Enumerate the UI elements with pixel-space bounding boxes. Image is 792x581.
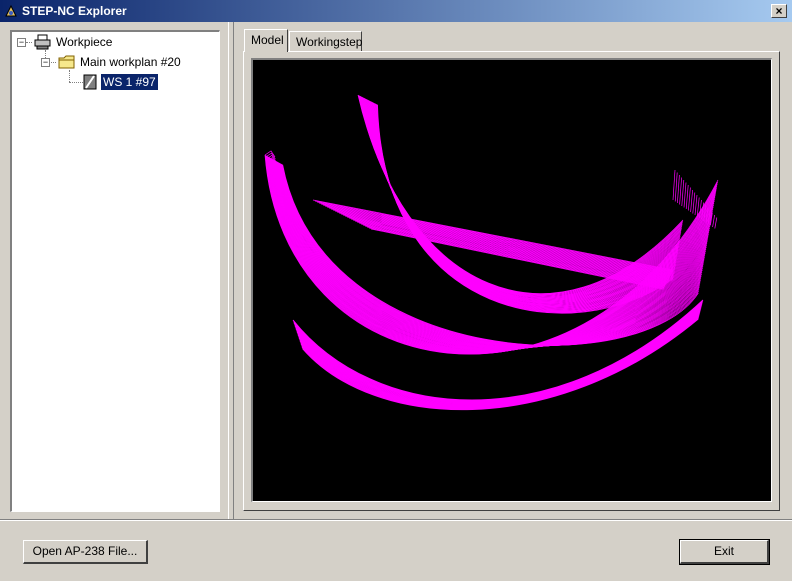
toolpath-line <box>362 224 665 288</box>
toolpath-line <box>368 227 664 290</box>
tree-expander[interactable]: − <box>17 38 26 47</box>
title-bar: STEP-NC Explorer × <box>0 0 792 22</box>
toolpath-line <box>354 220 667 285</box>
toolpath-line <box>342 214 669 281</box>
tab-model[interactable]: Model <box>244 29 288 52</box>
bottom-separator <box>0 519 792 521</box>
toolpath-line <box>346 216 668 282</box>
toolpath-line <box>276 161 705 348</box>
close-icon: × <box>775 4 783 18</box>
toolpath-line <box>322 204 672 274</box>
tree-item-workpiece[interactable]: Workpiece <box>34 33 112 51</box>
tree-expander[interactable]: − <box>41 58 50 67</box>
pane-splitter[interactable] <box>228 22 234 520</box>
exit-button[interactable]: Exit <box>679 539 770 565</box>
open-file-label: Open AP-238 File... <box>32 544 138 558</box>
folder-icon <box>58 55 75 69</box>
toolpath-line <box>677 174 680 204</box>
toolpath-line <box>336 211 670 279</box>
toolpath-render <box>264 94 719 411</box>
tree-item-label: Workpiece <box>56 35 113 49</box>
toolpath-line <box>683 182 687 208</box>
toolpath-line <box>316 201 673 272</box>
toolpath-line <box>360 223 666 287</box>
toolpath-line <box>344 215 668 282</box>
toolpath-line <box>318 202 673 273</box>
toolpath-line <box>679 177 682 205</box>
workplan-tree[interactable]: − Workpiece − Main workplan #20 WS 1 #97 <box>10 30 220 512</box>
toolpath-line <box>312 199 674 271</box>
tree-item-main-workplan[interactable]: Main workplan #20 <box>58 53 181 71</box>
toolpath-line <box>348 217 668 283</box>
exit-label: Exit <box>713 544 734 558</box>
printer-workpiece-icon <box>34 34 51 50</box>
toolpath-line <box>672 169 676 201</box>
toolpath-line <box>685 184 689 210</box>
toolpath-line <box>674 172 678 202</box>
toolpath-line <box>356 221 666 286</box>
tree-connector <box>69 70 70 82</box>
toolpath-line <box>370 228 664 290</box>
workingstep-icon <box>83 74 97 90</box>
toolpath-line <box>328 207 671 276</box>
toolpath-line <box>366 226 665 289</box>
toolpath-line <box>340 213 669 280</box>
tree-connector <box>69 82 83 83</box>
toolpath-line <box>692 192 696 214</box>
window-title: STEP-NC Explorer <box>22 4 127 18</box>
close-button[interactable]: × <box>771 4 787 18</box>
toolpath-line <box>714 217 718 229</box>
toolpath-line <box>712 214 715 228</box>
toolpath-line <box>334 210 670 278</box>
toolpath-line <box>358 222 666 286</box>
toolpath-line <box>690 189 693 213</box>
toolpath-line <box>338 212 669 280</box>
toolpath-line <box>324 205 672 275</box>
toolpath-line <box>326 206 671 276</box>
tree-item-label: Main workplan #20 <box>80 55 181 69</box>
toolpath-line <box>688 187 691 211</box>
toolpath-line <box>314 200 673 272</box>
tree-item-label-selected: WS 1 #97 <box>100 73 159 91</box>
toolpath-line <box>332 209 670 278</box>
open-file-button[interactable]: Open AP-238 File... <box>23 540 148 564</box>
toolpath-line <box>352 219 667 284</box>
tree-item-workingstep[interactable]: WS 1 #97 <box>83 73 159 91</box>
toolpath-line <box>350 218 667 284</box>
toolpath-line <box>694 194 698 216</box>
tab-label: Workingstep <box>296 35 363 49</box>
toolpath-line <box>364 225 665 288</box>
toolpath-line <box>330 208 671 277</box>
tab-label: Model <box>251 33 284 47</box>
toolpath-line <box>320 203 672 274</box>
model-viewport[interactable] <box>251 58 772 502</box>
tree-connector <box>26 42 32 43</box>
app-icon <box>5 4 17 17</box>
toolpath-line <box>681 179 685 207</box>
tab-workingstep[interactable]: Workingstep <box>289 31 362 51</box>
